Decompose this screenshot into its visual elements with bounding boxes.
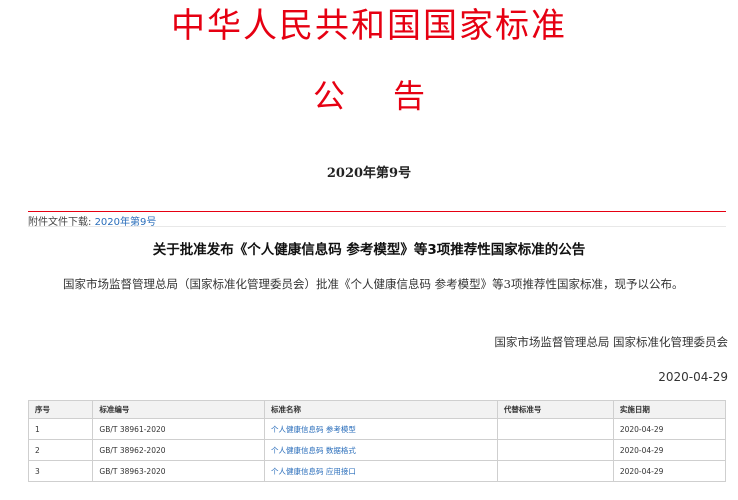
row-date: 2020-04-29 <box>612 439 727 461</box>
header-date: 实施日期 <box>612 400 727 419</box>
notice-char-2: 告 <box>393 77 426 115</box>
header-replace: 代替标准号 <box>496 400 614 419</box>
row-code: GB/T 38962-2020 <box>92 439 265 461</box>
header-name: 标准名称 <box>263 400 498 419</box>
standard-link[interactable]: 个人健康信息码 应用接口 <box>271 467 356 476</box>
row-name: 个人健康信息码 数据格式 <box>263 439 498 461</box>
issue-number: 2020年第9号 <box>326 166 412 181</box>
grey-divider <box>28 226 726 227</box>
row-replace <box>496 418 614 440</box>
row-no: 3 <box>27 460 94 482</box>
row-date: 2020-04-29 <box>612 418 727 440</box>
table-row: 3 GB/T 38963-2020 个人健康信息码 应用接口 2020-04-2… <box>27 460 727 482</box>
document-date: 2020-04-29 <box>658 370 728 384</box>
document-signer: 国家市场监督管理总局 国家标准化管理委员会 <box>494 335 728 349</box>
document-title: 关于批准发布《个人健康信息码 参考模型》等3项推荐性国家标准的公告 <box>152 242 586 258</box>
standard-link[interactable]: 个人健康信息码 数据格式 <box>271 446 356 455</box>
notice-char-1: 公 <box>312 77 345 115</box>
table-row: 2 GB/T 38962-2020 个人健康信息码 数据格式 2020-04-2… <box>27 439 727 461</box>
document-body: 国家市场监督管理总局（国家标准化管理委员会）批准《个人健康信息码 参考模型》等3… <box>63 277 684 291</box>
row-no: 2 <box>27 439 94 461</box>
row-no: 1 <box>27 418 94 440</box>
row-code: GB/T 38963-2020 <box>92 460 265 482</box>
notice-heading: 公告 <box>0 76 738 116</box>
row-replace <box>496 439 614 461</box>
table-header-row: 序号 标准编号 标准名称 代替标准号 实施日期 <box>27 400 727 419</box>
standards-table: 序号 标准编号 标准名称 代替标准号 实施日期 1 GB/T 38961-202… <box>27 400 727 482</box>
row-name: 个人健康信息码 参考模型 <box>263 418 498 440</box>
red-divider <box>28 211 726 212</box>
header-code: 标准编号 <box>92 400 265 419</box>
row-replace <box>496 460 614 482</box>
header-no: 序号 <box>27 400 94 419</box>
row-date: 2020-04-29 <box>612 460 727 482</box>
standard-header-title: 中华人民共和国国家标准 <box>171 6 567 46</box>
standard-link[interactable]: 个人健康信息码 参考模型 <box>271 425 356 434</box>
row-code: GB/T 38961-2020 <box>92 418 265 440</box>
table-row: 1 GB/T 38961-2020 个人健康信息码 参考模型 2020-04-2… <box>27 418 727 440</box>
row-name: 个人健康信息码 应用接口 <box>263 460 498 482</box>
